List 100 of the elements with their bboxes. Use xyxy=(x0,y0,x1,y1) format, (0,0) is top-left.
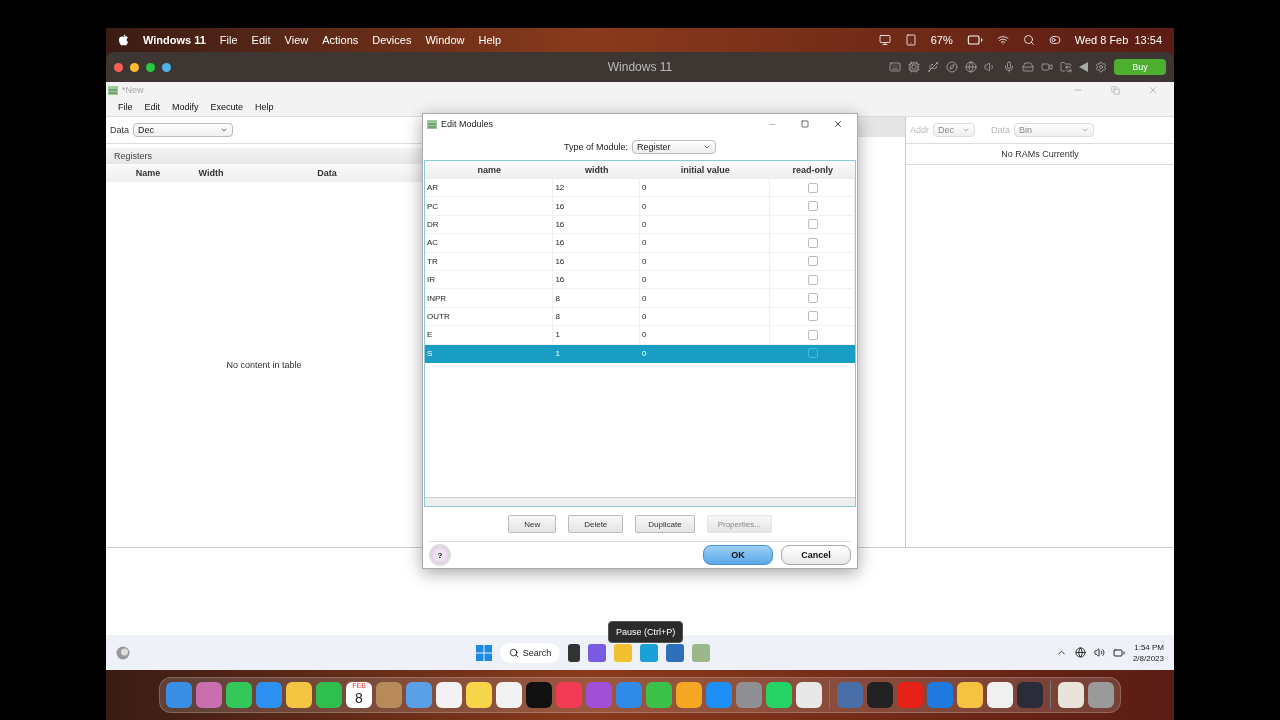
menu-item[interactable]: Actions xyxy=(322,34,359,46)
checkbox[interactable] xyxy=(808,182,819,193)
speaker-icon[interactable] xyxy=(1093,647,1105,658)
microphone-icon[interactable] xyxy=(1003,61,1015,73)
table-row[interactable]: AC 16 0 xyxy=(425,234,855,253)
taskbar-date[interactable]: 2/8/2023 xyxy=(1132,652,1164,664)
menu-item[interactable]: Window xyxy=(425,34,465,46)
battery-icon[interactable] xyxy=(1112,646,1125,659)
cancel-button[interactable]: Cancel xyxy=(781,545,851,565)
column-header[interactable]: name xyxy=(425,165,554,175)
dock-app-icon[interactable] xyxy=(796,682,822,708)
browser-icon[interactable] xyxy=(639,643,658,662)
window-light[interactable] xyxy=(162,62,171,72)
dock-app-icon[interactable] xyxy=(226,682,252,708)
menu-item[interactable]: Execute xyxy=(210,102,244,112)
dock-app-icon[interactable] xyxy=(196,682,222,708)
menu-item[interactable]: File xyxy=(118,102,133,112)
keyboard-icon[interactable] xyxy=(889,61,901,73)
dock-app-icon[interactable] xyxy=(466,682,492,708)
speaker-icon[interactable] xyxy=(984,61,996,73)
checkbox[interactable] xyxy=(808,348,819,359)
menu-item[interactable]: Devices xyxy=(372,34,412,46)
zoom-light[interactable] xyxy=(146,62,155,72)
menu-item[interactable]: Help xyxy=(255,102,274,112)
camera-icon[interactable] xyxy=(1041,61,1053,73)
menu-item[interactable]: Edit xyxy=(144,102,161,112)
tablet-icon[interactable] xyxy=(904,34,917,46)
checkbox[interactable] xyxy=(808,293,819,304)
checkbox[interactable] xyxy=(808,329,819,340)
action-button[interactable]: Duplicate xyxy=(635,515,695,533)
taskbar-search[interactable]: Search xyxy=(499,642,560,663)
help-button[interactable]: ? xyxy=(429,544,451,566)
checkbox[interactable] xyxy=(808,219,819,230)
maximize-icon[interactable] xyxy=(801,120,809,128)
checkbox[interactable] xyxy=(808,201,819,212)
dock-app-icon[interactable] xyxy=(1088,682,1114,708)
table-row[interactable]: AR 12 0 xyxy=(425,179,855,198)
module-type-dropdown[interactable]: Register xyxy=(632,140,716,154)
monitor-icon[interactable] xyxy=(878,34,891,46)
globe-icon[interactable] xyxy=(1074,647,1086,658)
windows-logo-icon[interactable] xyxy=(475,644,492,661)
column-header[interactable]: read-only xyxy=(770,165,855,175)
apple-logo-icon[interactable] xyxy=(118,34,129,46)
chat-icon[interactable] xyxy=(587,643,606,662)
column-header[interactable]: Width xyxy=(190,168,232,178)
dock-app-icon[interactable] xyxy=(766,682,792,708)
drive-icon[interactable] xyxy=(1022,61,1034,73)
table-row[interactable]: INPR 8 0 xyxy=(425,289,855,308)
settings-icon[interactable] xyxy=(1095,61,1107,73)
dock-app-icon[interactable] xyxy=(526,682,552,708)
checkbox[interactable] xyxy=(808,256,819,267)
dock-app-icon[interactable] xyxy=(436,682,462,708)
dock-app-icon[interactable] xyxy=(316,682,342,708)
menu-item[interactable]: File xyxy=(219,34,238,46)
dock-app-icon[interactable] xyxy=(1058,682,1084,708)
checkbox[interactable] xyxy=(808,311,819,322)
column-header[interactable]: Data xyxy=(232,168,422,178)
data-format-dropdown[interactable]: Dec xyxy=(133,123,233,137)
checkbox[interactable] xyxy=(808,237,819,248)
close-light[interactable] xyxy=(114,62,123,72)
triangle-icon[interactable] xyxy=(1079,62,1088,72)
checkbox[interactable] xyxy=(808,274,819,285)
battery-icon[interactable] xyxy=(966,32,983,48)
menu-item[interactable]: Help xyxy=(478,34,502,46)
close-icon[interactable] xyxy=(833,119,843,129)
dock-app-icon[interactable] xyxy=(676,682,702,708)
ok-button[interactable]: OK xyxy=(703,545,773,565)
table-row[interactable]: E 1 0 xyxy=(425,326,855,345)
search-icon[interactable] xyxy=(1022,34,1035,46)
table-cell: 0 xyxy=(642,256,647,266)
dock-app-icon[interactable] xyxy=(286,682,312,708)
action-button[interactable]: New xyxy=(508,515,557,533)
control-center-icon[interactable] xyxy=(1048,34,1061,46)
dock-app-icon[interactable] xyxy=(957,682,983,708)
task-view-icon[interactable] xyxy=(567,643,580,662)
column-header[interactable]: width xyxy=(553,165,640,175)
dock-app-icon[interactable] xyxy=(987,682,1013,708)
usb-icon[interactable] xyxy=(927,61,939,73)
menu-item[interactable]: View xyxy=(284,34,309,46)
app-logo-icon xyxy=(427,119,437,129)
app-icon[interactable] xyxy=(691,643,710,662)
horizontal-scrollbar[interactable] xyxy=(425,497,855,506)
chip-icon[interactable] xyxy=(908,61,920,73)
wifi-icon[interactable] xyxy=(996,34,1009,46)
circle-icon[interactable] xyxy=(116,645,130,660)
menu-item[interactable]: Edit xyxy=(251,34,271,46)
app-menu-name[interactable]: Windows 11 xyxy=(143,34,206,46)
table-row[interactable]: PC 16 0 xyxy=(425,197,855,216)
store-icon[interactable] xyxy=(665,643,684,662)
menu-clock[interactable]: Wed 8 Feb 13:54 xyxy=(1074,34,1162,46)
folder-icon[interactable] xyxy=(1060,61,1072,73)
column-header[interactable]: initial value xyxy=(640,165,771,175)
dock-app-icon[interactable] xyxy=(166,682,192,708)
action-button[interactable]: Delete xyxy=(568,515,624,533)
minimize-light[interactable] xyxy=(130,62,139,72)
compass-icon[interactable] xyxy=(946,61,958,73)
menu-item[interactable]: Modify xyxy=(172,102,199,112)
column-header[interactable]: Name xyxy=(106,168,190,178)
dock-app-icon[interactable] xyxy=(496,682,522,708)
taskbar-time[interactable]: 1:54 PM xyxy=(1134,641,1164,653)
